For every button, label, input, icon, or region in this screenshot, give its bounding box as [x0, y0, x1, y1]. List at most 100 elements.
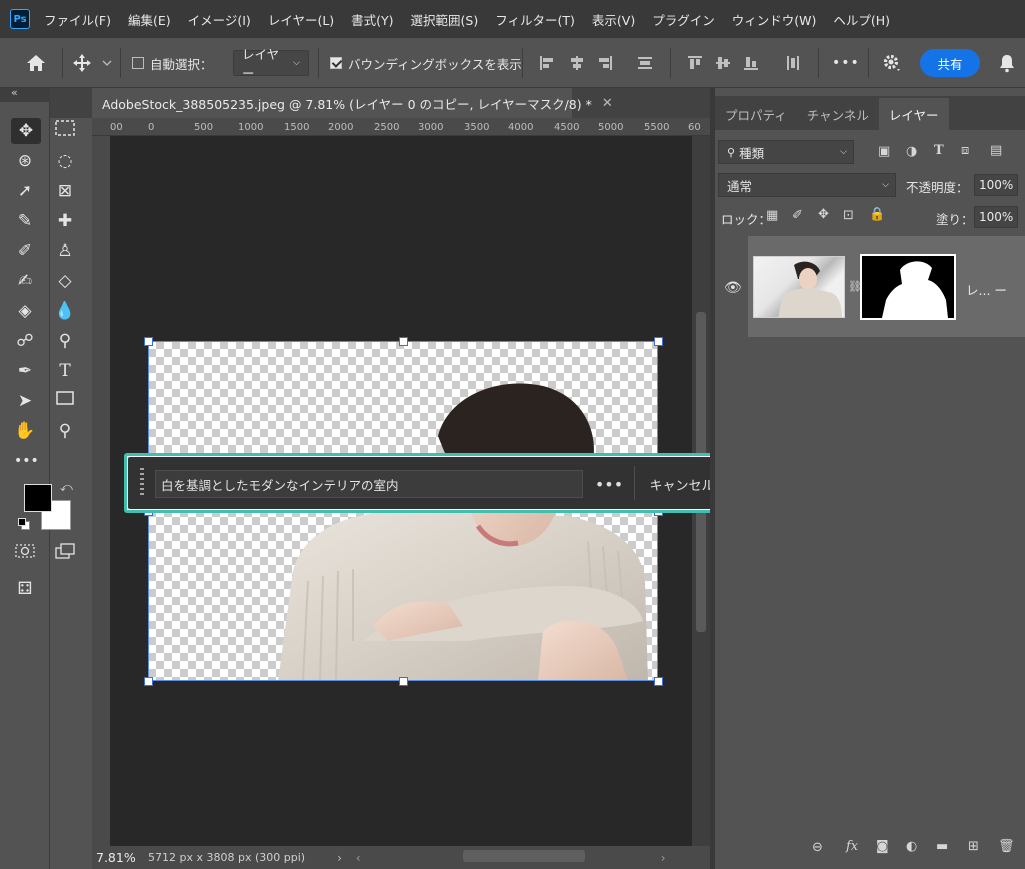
tab-properties[interactable]: プロパティ	[715, 98, 797, 130]
type-layer-filter-icon[interactable]: T	[934, 143, 944, 158]
show-bounding-box-checkbox[interactable]: バウンディングボックスを表示	[330, 38, 522, 88]
pen-tool-icon[interactable]: ✒	[14, 360, 36, 382]
menu-view[interactable]: 表示(V)	[592, 10, 635, 29]
chevron-right-icon[interactable]: ›	[661, 851, 666, 865]
healing-brush-tool-icon[interactable]: ✚	[54, 210, 76, 232]
transform-handle[interactable]	[399, 337, 408, 346]
tab-layers[interactable]: レイヤー	[878, 98, 949, 130]
align-bottom-icon[interactable]	[744, 56, 758, 70]
brush-tool-icon[interactable]: ✐	[14, 240, 36, 262]
menu-layer[interactable]: レイヤー(L)	[268, 10, 334, 29]
link-layers-icon[interactable]: ⊖	[812, 840, 823, 855]
clone-stamp-tool-icon[interactable]: ♙	[54, 240, 76, 262]
zoom-tool-icon[interactable]: ⚲	[54, 420, 76, 442]
align-horizontal-center-icon[interactable]	[570, 56, 584, 70]
tools-panel-header[interactable]: «	[0, 86, 50, 102]
opacity-input[interactable]: 100%	[974, 174, 1018, 196]
home-icon[interactable]	[26, 38, 46, 88]
path-selection-tool-icon[interactable]: ➤	[14, 390, 36, 412]
lock-artboard-icon[interactable]: ⊡	[843, 208, 854, 223]
layer-name[interactable]: レ... ー	[966, 280, 1007, 299]
transform-handle[interactable]	[399, 677, 408, 686]
transform-handle[interactable]	[144, 677, 153, 686]
close-icon[interactable]: ✕	[602, 96, 613, 111]
eyedropper-tool-icon[interactable]: ✎	[14, 210, 36, 232]
paint-bucket-tool-icon[interactable]: ◈	[14, 300, 36, 322]
blend-mode-dropdown[interactable]: 通常 ⌵	[718, 173, 896, 197]
share-button[interactable]: 共有	[920, 38, 980, 88]
quick-mask-icon[interactable]	[14, 543, 36, 565]
screen-mode-icon[interactable]	[54, 543, 76, 565]
menu-type[interactable]: 書式(Y)	[351, 10, 393, 29]
menu-file[interactable]: ファイル(F)	[44, 10, 111, 29]
document-tab[interactable]: AdobeStock_388505235.jpeg @ 7.81% (レイヤー …	[92, 88, 613, 118]
auto-select-checkbox[interactable]: 自動選択：	[132, 38, 213, 88]
distribute-horizontal-icon[interactable]	[786, 56, 800, 70]
foreground-color-swatch[interactable]	[24, 484, 52, 512]
tab-channels[interactable]: チャンネル	[797, 98, 879, 130]
menu-window[interactable]: ウィンドウ(W)	[732, 10, 817, 29]
marquee-tool-icon[interactable]	[54, 120, 76, 142]
menu-image[interactable]: イメージ(I)	[188, 10, 251, 29]
horizontal-scrollbar-thumb[interactable]	[463, 850, 585, 862]
pixel-layer-filter-icon[interactable]: ▣	[878, 144, 890, 159]
swap-colors-icon[interactable]: ⤺	[60, 480, 73, 495]
type-tool-icon[interactable]: T	[54, 360, 76, 382]
frame-tool-icon[interactable]: ⊠	[54, 180, 76, 202]
crop-tool-icon[interactable]: ➚	[14, 180, 36, 202]
add-mask-icon[interactable]: ◙	[876, 839, 889, 854]
lock-all-icon[interactable]: 🔒	[869, 207, 885, 222]
align-left-icon[interactable]	[540, 56, 554, 70]
eye-icon[interactable]: 👁	[724, 280, 742, 296]
adjustment-layer-filter-icon[interactable]: ◑	[906, 144, 917, 159]
hand-tool-icon[interactable]: ✋	[14, 420, 36, 442]
menu-help[interactable]: ヘルプ(H)	[833, 10, 890, 29]
fx-icon[interactable]: fx	[846, 839, 858, 854]
bell-icon[interactable]	[998, 38, 1016, 88]
generative-fill-prompt-input[interactable]	[155, 470, 583, 498]
align-vertical-center-icon[interactable]	[716, 56, 730, 70]
shape-layer-filter-icon[interactable]: ⧈	[961, 143, 969, 158]
move-tool-icon[interactable]: ✥	[11, 118, 41, 144]
collapse-panel-icon[interactable]: «	[11, 86, 18, 99]
chevron-right-icon[interactable]: ›	[337, 851, 342, 865]
new-layer-icon[interactable]: ⊞	[968, 839, 979, 854]
lock-position-icon[interactable]: ✥	[818, 207, 829, 222]
zoom-level[interactable]: 7.81%	[96, 850, 148, 865]
lock-transparency-icon[interactable]: ▦	[766, 208, 778, 223]
folder-icon[interactable]: ▬	[936, 839, 948, 854]
layer-thumbnail[interactable]	[753, 256, 845, 318]
trash-icon[interactable]: 🗑	[998, 839, 1015, 854]
more-options-button[interactable]: •••	[592, 470, 626, 498]
menu-filter[interactable]: フィルター(T)	[495, 10, 575, 29]
menu-select[interactable]: 選択範囲(S)	[411, 10, 479, 29]
lock-image-icon[interactable]: ✐	[792, 208, 803, 223]
transform-handle[interactable]	[144, 337, 153, 346]
object-selection-tool-icon[interactable]: ⊛	[14, 150, 36, 172]
auto-select-target-dropdown[interactable]: レイヤー ⌵	[233, 38, 309, 88]
quick-selection-tool-icon[interactable]: ◌	[54, 150, 76, 172]
history-brush-tool-icon[interactable]: ✍	[14, 270, 36, 292]
rectangle-tool-icon[interactable]	[54, 390, 76, 412]
menu-plugins[interactable]: プラグイン	[652, 10, 715, 29]
align-top-icon[interactable]	[688, 56, 702, 70]
eraser-tool-icon[interactable]: ◇	[54, 270, 76, 292]
move-tool-preset-icon[interactable]	[72, 38, 112, 88]
default-colors-icon[interactable]	[18, 518, 30, 530]
gear-icon[interactable]	[882, 38, 902, 88]
sponge-tool-icon[interactable]: ⚲	[54, 330, 76, 352]
generative-ai-icon[interactable]: ⚃	[14, 578, 36, 600]
layer-mask-thumbnail[interactable]	[860, 254, 956, 320]
blur-tool-icon[interactable]: 💧	[54, 300, 76, 322]
distribute-icon[interactable]	[638, 56, 652, 70]
adjustment-layer-icon[interactable]: ◐	[906, 839, 917, 854]
more-options-button[interactable]: •••	[832, 38, 860, 88]
smart-object-filter-icon[interactable]: ▤	[990, 143, 1002, 158]
fill-input[interactable]: 100%	[974, 206, 1018, 228]
align-right-icon[interactable]	[598, 56, 612, 70]
menu-edit[interactable]: 編集(E)	[128, 10, 171, 29]
transform-handle[interactable]	[654, 677, 663, 686]
dodge-tool-icon[interactable]: ☍	[14, 330, 36, 352]
transform-handle[interactable]	[654, 337, 663, 346]
drag-handle-icon[interactable]	[138, 467, 146, 499]
